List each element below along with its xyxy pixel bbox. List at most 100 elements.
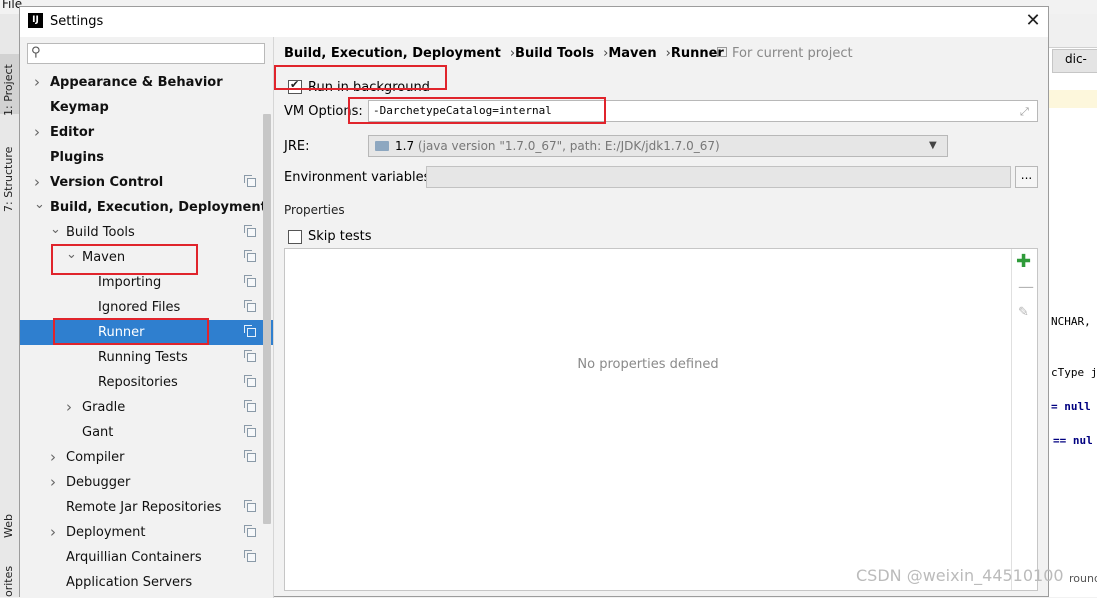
- project-settings-icon: [244, 275, 256, 287]
- chevron-right-icon[interactable]: ›: [50, 470, 56, 495]
- tree-item-label: Ignored Files: [98, 300, 181, 315]
- structure-tool-tab[interactable]: 7: Structure: [0, 144, 19, 214]
- tree-item-label: Gradle: [82, 400, 126, 415]
- chevron-right-icon[interactable]: ›: [34, 70, 40, 95]
- project-scope-icon: [717, 47, 727, 57]
- chevron-down-icon: ▼: [929, 140, 937, 151]
- tree-item-gradle[interactable]: › Gradle: [20, 395, 273, 420]
- tree-scrollbar[interactable]: [263, 114, 271, 524]
- dialog-titlebar: IJ Settings ✕: [20, 7, 1048, 37]
- tree-item-debugger[interactable]: › Debugger: [20, 470, 273, 495]
- annotation-run-in-background: [274, 65, 447, 90]
- ide-editor-area: dic- NCHAR, cType j = null == nul round: [1049, 14, 1097, 597]
- annotation-maven: [51, 244, 198, 275]
- project-settings-icon: [244, 300, 256, 312]
- project-settings-icon: [244, 325, 256, 337]
- web-tool-tab[interactable]: Web: [0, 504, 19, 544]
- tree-item-compiler[interactable]: › Compiler: [20, 445, 273, 470]
- tree-item-label: Running Tests: [98, 350, 188, 365]
- tree-item-arquillian-containers[interactable]: Arquillian Containers: [20, 545, 273, 570]
- environment-variables-label: Environment variables:: [284, 170, 435, 185]
- ide-toolbar: [1049, 14, 1097, 48]
- tree-item-repositories[interactable]: Repositories: [20, 370, 273, 395]
- project-settings-icon: [244, 350, 256, 362]
- tree-item-label: Compiler: [66, 450, 125, 465]
- project-settings-icon: [244, 550, 256, 562]
- jre-detail: (java version "1.7.0_67", path: E:/JDK/j…: [417, 139, 720, 153]
- breadcrumb-item: Build, Execution, Deployment: [284, 46, 501, 61]
- project-settings-icon: [244, 400, 256, 412]
- tree-item-appearance-behavior[interactable]: › Appearance & Behavior: [20, 70, 273, 95]
- chevron-right-icon[interactable]: ›: [50, 520, 56, 545]
- breadcrumb-item: Maven: [608, 46, 657, 61]
- status-fragment: round: [1069, 572, 1097, 585]
- chevron-right-icon[interactable]: ›: [66, 395, 72, 420]
- project-settings-icon: [244, 250, 256, 262]
- properties-table: No properties defined ✚ — ✎: [284, 248, 1038, 591]
- project-settings-icon: [244, 225, 256, 237]
- tree-item-label: Keymap: [50, 100, 109, 115]
- add-icon[interactable]: ✚: [1016, 251, 1031, 272]
- tree-item-label: Version Control: [50, 175, 164, 190]
- remove-icon[interactable]: —: [1018, 277, 1034, 296]
- project-settings-icon: [244, 450, 256, 462]
- current-line-highlight: [1049, 90, 1097, 108]
- close-button[interactable]: ✕: [1020, 9, 1046, 33]
- skip-tests-checkbox[interactable]: [288, 230, 302, 244]
- annotation-vm-options: [348, 97, 606, 124]
- project-settings-icon: [244, 500, 256, 512]
- chevron-down-icon[interactable]: ⌄: [34, 192, 45, 217]
- search-icon: ⚲: [31, 45, 41, 60]
- favorites-tool-tab[interactable]: orites: [0, 564, 19, 597]
- scope-note-label: For current project: [732, 46, 853, 61]
- expand-icon[interactable]: ⤢: [1020, 105, 1029, 119]
- breadcrumb: Build, Execution, Deployment ›Build Tools…: [284, 46, 724, 61]
- tree-item-running-tests[interactable]: Running Tests: [20, 345, 273, 370]
- tree-item-build-tools[interactable]: ⌄ Build Tools: [20, 220, 273, 245]
- tree-item-label: Editor: [50, 125, 95, 140]
- jre-label: JRE:: [284, 139, 310, 154]
- tree-item-label: Appearance & Behavior: [50, 75, 223, 90]
- properties-header: Properties: [284, 203, 345, 217]
- tree-item-label: Arquillian Containers: [66, 550, 202, 565]
- tree-item-label: Deployment: [66, 525, 146, 540]
- editor-tab[interactable]: dic-: [1052, 49, 1097, 73]
- tree-item-label: Build, Execution, Deployment: [50, 200, 267, 215]
- environment-variables-browse-button[interactable]: ...: [1015, 166, 1038, 188]
- scope-note: For current project: [717, 46, 853, 61]
- tree-item-label: Remote Jar Repositories: [66, 500, 222, 515]
- tree-item-version-control[interactable]: › Version Control: [20, 170, 273, 195]
- code-fragment: = null: [1051, 400, 1091, 413]
- tree-item-label: Debugger: [66, 475, 131, 490]
- properties-empty-text: No properties defined: [577, 357, 719, 372]
- tree-item-remote-jar-repositories[interactable]: Remote Jar Repositories: [20, 495, 273, 520]
- tree-item-deployment[interactable]: › Deployment: [20, 520, 273, 545]
- project-settings-icon: [244, 425, 256, 437]
- skip-tests-label[interactable]: Skip tests: [308, 229, 372, 244]
- environment-variables-input[interactable]: [426, 166, 1011, 188]
- tree-item-gant[interactable]: Gant: [20, 420, 273, 445]
- chevron-right-icon[interactable]: ›: [50, 445, 56, 470]
- ide-left-tool-strip: 1: Project 7: Structure Web orites: [0, 14, 20, 597]
- code-fragment: cType j: [1051, 366, 1097, 379]
- chevron-right-icon[interactable]: ›: [34, 120, 40, 145]
- jre-version: 1.7: [395, 139, 415, 153]
- project-settings-icon: [244, 375, 256, 387]
- tree-item-label: Gant: [82, 425, 114, 440]
- jre-select[interactable]: 1.7 (java version "1.7.0_67", path: E:/J…: [368, 135, 948, 157]
- tree-item-plugins[interactable]: Plugins: [20, 145, 273, 170]
- chevron-down-icon[interactable]: ⌄: [50, 217, 61, 242]
- edit-icon[interactable]: ✎: [1018, 305, 1029, 320]
- properties-toolbar: ✚ — ✎: [1011, 249, 1038, 590]
- breadcrumb-item: Runner: [670, 46, 724, 61]
- folder-icon: [375, 141, 389, 151]
- settings-search-input[interactable]: ⚲: [27, 43, 265, 64]
- intellij-logo-icon: IJ: [28, 13, 43, 28]
- tree-item-label: Plugins: [50, 150, 104, 165]
- tree-item-editor[interactable]: › Editor: [20, 120, 273, 145]
- tree-item-application-servers[interactable]: Application Servers: [20, 570, 273, 595]
- tree-item-label: Repositories: [98, 375, 178, 390]
- project-tool-tab[interactable]: 1: Project: [0, 54, 19, 116]
- tree-item-ignored-files[interactable]: Ignored Files: [20, 295, 273, 320]
- tree-item-keymap[interactable]: Keymap: [20, 95, 273, 120]
